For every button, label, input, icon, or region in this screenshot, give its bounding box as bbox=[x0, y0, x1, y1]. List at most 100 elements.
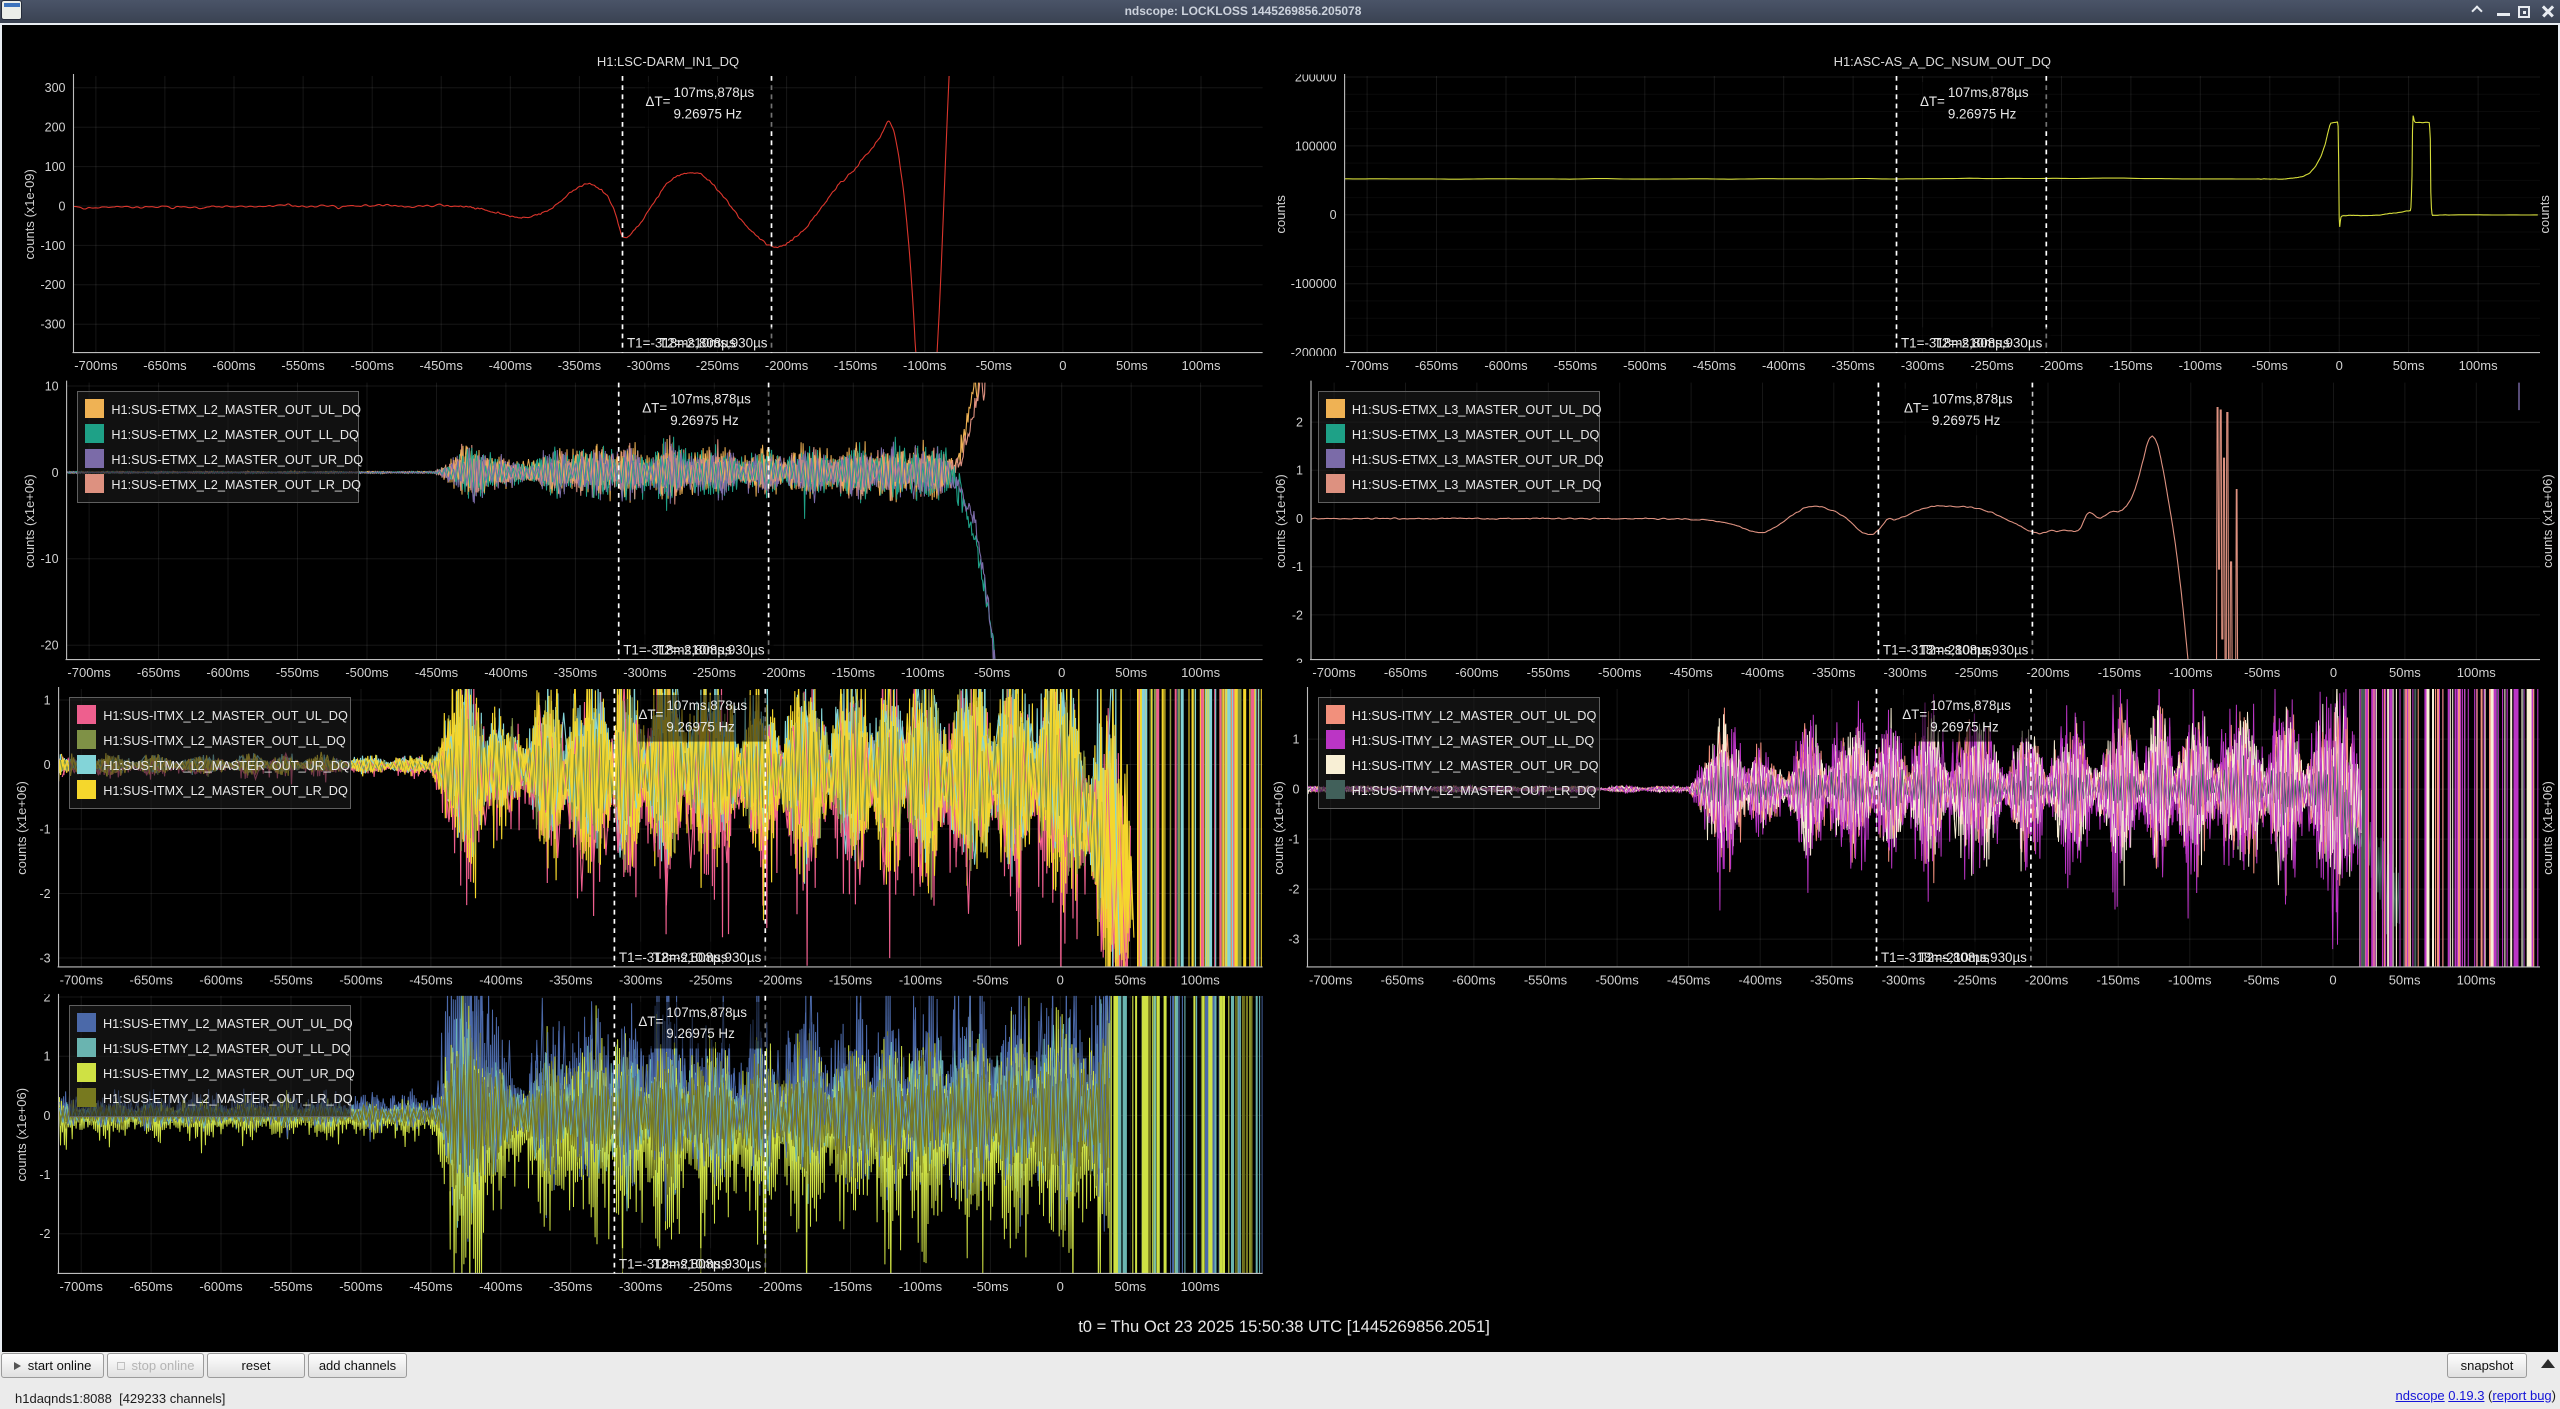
svg-text:counts (x1e+06): counts (x1e+06) bbox=[22, 474, 37, 568]
svg-text:-500ms: -500ms bbox=[1623, 358, 1667, 373]
svg-text:-600ms: -600ms bbox=[1484, 358, 1528, 373]
svg-text:-1: -1 bbox=[39, 822, 50, 836]
svg-text:-100ms: -100ms bbox=[2169, 665, 2213, 680]
svg-text:-600ms: -600ms bbox=[199, 973, 243, 988]
svg-text:-550ms: -550ms bbox=[269, 1279, 313, 1294]
svg-text:-150ms: -150ms bbox=[832, 665, 876, 680]
svg-text:t0 = Thu Oct 23 2025 15:50:38: t0 = Thu Oct 23 2025 15:50:38 UTC [14452… bbox=[1078, 1317, 1490, 1336]
svg-text:-1: -1 bbox=[1288, 833, 1299, 847]
svg-text:300: 300 bbox=[45, 81, 66, 95]
svg-text:-550ms: -550ms bbox=[281, 358, 325, 373]
svg-text:0: 0 bbox=[1057, 973, 1064, 988]
svg-text:200: 200 bbox=[45, 121, 66, 135]
svg-text:2: 2 bbox=[1296, 416, 1303, 430]
svg-text:-700ms: -700ms bbox=[74, 358, 118, 373]
svg-text:100ms: 100ms bbox=[1181, 1279, 1221, 1294]
svg-text:100ms: 100ms bbox=[2457, 665, 2497, 680]
svg-text:-300: -300 bbox=[40, 318, 65, 332]
svg-text:100ms: 100ms bbox=[1181, 358, 1221, 373]
svg-text:-700ms: -700ms bbox=[1312, 665, 1356, 680]
svg-text:-100: -100 bbox=[40, 239, 65, 253]
svg-text:-300ms: -300ms bbox=[619, 973, 663, 988]
svg-text:107ms,878µs: 107ms,878µs bbox=[666, 1005, 747, 1020]
svg-text:0: 0 bbox=[59, 199, 66, 213]
svg-text:-550ms: -550ms bbox=[1527, 665, 1571, 680]
svg-text:100: 100 bbox=[45, 160, 66, 174]
svg-text:-500ms: -500ms bbox=[345, 665, 389, 680]
svg-text:T2=-210ms,930µs: T2=-210ms,930µs bbox=[656, 643, 765, 658]
svg-text:-300ms: -300ms bbox=[619, 1279, 663, 1294]
svg-text:0: 0 bbox=[1296, 512, 1303, 526]
svg-text:-400ms: -400ms bbox=[1762, 358, 1806, 373]
svg-text:-250ms: -250ms bbox=[1955, 665, 1999, 680]
svg-text:0: 0 bbox=[44, 1109, 51, 1123]
svg-text:9.26975 Hz: 9.26975 Hz bbox=[670, 413, 739, 428]
svg-text:-450ms: -450ms bbox=[409, 1279, 453, 1294]
svg-text:-400ms: -400ms bbox=[484, 665, 528, 680]
svg-text:-200ms: -200ms bbox=[762, 665, 806, 680]
svg-text:-200ms: -200ms bbox=[2040, 358, 2084, 373]
svg-text:-500ms: -500ms bbox=[1595, 973, 1639, 988]
svg-text:counts (x1e+06): counts (x1e+06) bbox=[1271, 781, 1286, 875]
svg-text:T2=-210ms,930µs: T2=-210ms,930µs bbox=[1920, 643, 2029, 658]
svg-text:-600ms: -600ms bbox=[1452, 973, 1496, 988]
svg-text:-50ms: -50ms bbox=[976, 358, 1013, 373]
svg-text:-1: -1 bbox=[39, 1168, 50, 1182]
svg-text:-700ms: -700ms bbox=[1309, 973, 1353, 988]
svg-text:counts: counts bbox=[1273, 195, 1288, 234]
svg-text:T2=-210ms,930µs: T2=-210ms,930µs bbox=[1934, 336, 2043, 351]
svg-text:-100ms: -100ms bbox=[2179, 358, 2223, 373]
svg-text:0: 0 bbox=[1057, 1279, 1064, 1294]
svg-text:9.26975 Hz: 9.26975 Hz bbox=[1948, 106, 2017, 121]
svg-text:-500ms: -500ms bbox=[1598, 665, 1642, 680]
svg-text:-650ms: -650ms bbox=[129, 1279, 173, 1294]
svg-text:-250ms: -250ms bbox=[1953, 973, 1997, 988]
svg-text:-250ms: -250ms bbox=[689, 973, 733, 988]
svg-text:-600ms: -600ms bbox=[212, 358, 256, 373]
svg-text:0: 0 bbox=[1059, 358, 1066, 373]
svg-text:107ms,878µs: 107ms,878µs bbox=[1932, 392, 2013, 407]
svg-text:-150ms: -150ms bbox=[2097, 973, 2141, 988]
svg-text:H1:LSC-DARM_IN1_DQ: H1:LSC-DARM_IN1_DQ bbox=[597, 54, 739, 69]
svg-text:100ms: 100ms bbox=[1181, 973, 1221, 988]
svg-text:50ms: 50ms bbox=[2389, 973, 2421, 988]
svg-text:ΔT=: ΔT= bbox=[646, 94, 671, 109]
svg-text:-550ms: -550ms bbox=[276, 665, 320, 680]
svg-text:-400ms: -400ms bbox=[479, 1279, 523, 1294]
svg-text:-150ms: -150ms bbox=[2098, 665, 2142, 680]
svg-text:-350ms: -350ms bbox=[554, 665, 598, 680]
svg-text:-300ms: -300ms bbox=[1882, 973, 1926, 988]
svg-text:-50ms: -50ms bbox=[972, 1279, 1009, 1294]
svg-text:T2=-210ms,930µs: T2=-210ms,930µs bbox=[1918, 950, 2027, 965]
svg-text:H1:ASC-AS_A_DC_NSUM_OUT_DQ: H1:ASC-AS_A_DC_NSUM_OUT_DQ bbox=[1834, 54, 2051, 69]
svg-text:-550ms: -550ms bbox=[1524, 973, 1568, 988]
svg-text:-650ms: -650ms bbox=[1381, 973, 1425, 988]
svg-text:9.26975 Hz: 9.26975 Hz bbox=[1930, 719, 1999, 734]
svg-text:0: 0 bbox=[2330, 665, 2337, 680]
svg-text:9.26975 Hz: 9.26975 Hz bbox=[666, 719, 735, 734]
svg-text:-650ms: -650ms bbox=[1415, 358, 1459, 373]
svg-text:107ms,878µs: 107ms,878µs bbox=[666, 698, 747, 713]
svg-text:-100ms: -100ms bbox=[901, 665, 945, 680]
svg-text:-50ms: -50ms bbox=[2244, 665, 2281, 680]
svg-text:-150ms: -150ms bbox=[2109, 358, 2153, 373]
svg-text:-350ms: -350ms bbox=[1812, 665, 1856, 680]
svg-text:0: 0 bbox=[2336, 358, 2343, 373]
svg-text:-2: -2 bbox=[1292, 608, 1303, 622]
svg-text:50ms: 50ms bbox=[2389, 665, 2421, 680]
svg-text:0: 0 bbox=[44, 758, 51, 772]
svg-text:counts (x1e+06): counts (x1e+06) bbox=[2540, 781, 2555, 875]
svg-text:-300ms: -300ms bbox=[627, 358, 671, 373]
svg-text:-400ms: -400ms bbox=[1739, 973, 1783, 988]
svg-text:ΔT=: ΔT= bbox=[642, 401, 667, 416]
svg-text:counts (x1e+06): counts (x1e+06) bbox=[14, 1088, 29, 1182]
svg-text:9.26975 Hz: 9.26975 Hz bbox=[1932, 413, 2001, 428]
svg-text:-2: -2 bbox=[39, 1227, 50, 1241]
svg-text:-50ms: -50ms bbox=[2243, 973, 2280, 988]
svg-text:-200ms: -200ms bbox=[765, 358, 809, 373]
svg-text:107ms,878µs: 107ms,878µs bbox=[674, 85, 755, 100]
svg-text:-300ms: -300ms bbox=[1884, 665, 1928, 680]
svg-text:-250ms: -250ms bbox=[1970, 358, 2014, 373]
svg-text:-100ms: -100ms bbox=[2168, 973, 2212, 988]
svg-text:-200: -200 bbox=[40, 278, 65, 292]
